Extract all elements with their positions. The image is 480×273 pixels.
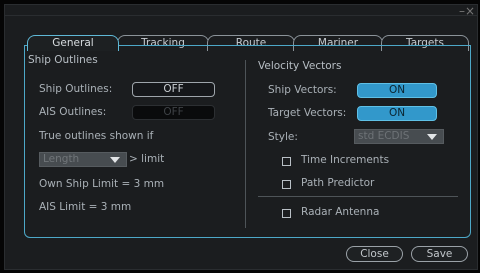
target-vectors-toggle[interactable]: ON [357,106,437,121]
ais-outlines-toggle[interactable]: OFF [132,105,215,120]
true-outlines-label: True outlines shown if [39,130,154,142]
ship-outlines-label: Ship Outlines: [39,83,113,95]
title-bar-divider [5,15,477,16]
time-increments-checkbox[interactable] [282,157,291,166]
chevron-down-icon [110,157,120,163]
ship-outlines-heading: Ship Outlines [28,54,98,66]
path-predictor-checkbox[interactable] [282,180,291,189]
general-panel: Ship Outlines Ship Outlines: OFF AIS Out… [24,45,471,238]
radar-antenna-checkbox[interactable] [282,209,291,218]
close-button[interactable]: Close [346,246,403,262]
ais-limit: AIS Limit = 3 mm [39,201,132,213]
length-select[interactable]: Length [39,152,127,167]
save-button[interactable]: Save [411,246,468,262]
ship-vectors-toggle[interactable]: ON [357,83,437,98]
style-select-value: std ECDIS [358,130,410,142]
ais-outlines-label: AIS Outlines: [39,106,107,118]
chevron-down-icon [427,134,437,140]
style-select[interactable]: std ECDIS [354,129,444,144]
length-select-value: Length [43,153,80,165]
own-ship-limit: Own Ship Limit = 3 mm [39,178,165,190]
column-divider [245,60,246,228]
ship-vectors-label: Ship Vectors: [268,84,337,96]
tab-general[interactable]: General [27,35,119,51]
time-increments-label: Time Increments [301,154,390,166]
velocity-vectors-heading: Velocity Vectors [258,60,342,72]
ship-outlines-toggle[interactable]: OFF [132,82,215,97]
style-label: Style: [268,131,298,143]
section-divider [258,196,458,197]
path-predictor-label: Path Predictor [301,177,375,189]
target-vectors-label: Target Vectors: [268,107,347,119]
limit-label: > limit [129,153,165,165]
radar-antenna-label: Radar Antenna [301,206,380,218]
